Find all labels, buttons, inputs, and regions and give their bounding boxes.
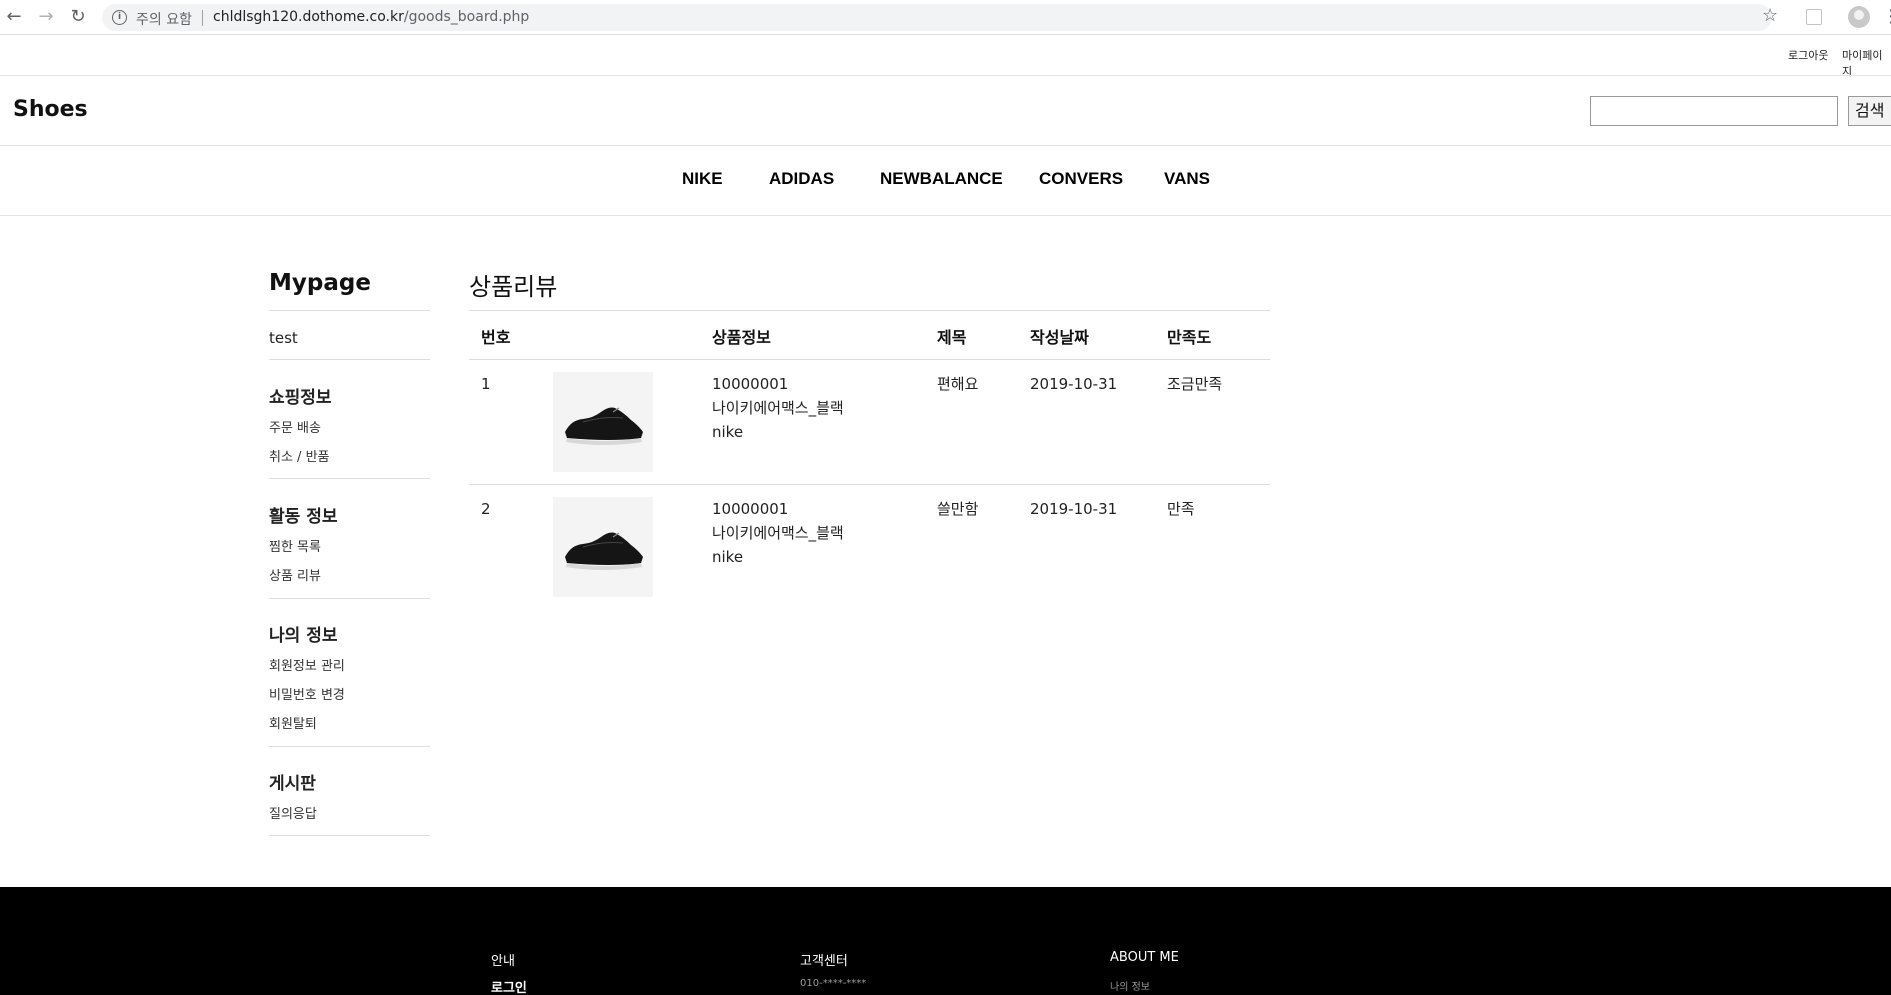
- util-divider: [0, 75, 1891, 76]
- sidebar-link-cancel-return[interactable]: 취소 / 반품: [269, 446, 330, 465]
- footer-phone: 010-****-****: [800, 978, 867, 989]
- footer-login-link[interactable]: 로그인: [491, 977, 527, 995]
- sidebar-link-wishlist[interactable]: 찜한 목록: [269, 536, 321, 555]
- sidebar-heading-board: 게시판: [269, 774, 316, 794]
- product-code: 10000001: [712, 500, 789, 518]
- site-footer: [0, 887, 1891, 995]
- info-icon[interactable]: i: [112, 10, 127, 25]
- site-logo[interactable]: Shoes: [13, 97, 88, 122]
- sidebar-link-change-password[interactable]: 비밀번호 변경: [269, 684, 345, 703]
- table-divider: [469, 484, 1270, 485]
- nav-divider: [0, 215, 1891, 216]
- bookmark-star-icon[interactable]: ☆: [1762, 5, 1778, 26]
- footer-heading-about: ABOUT ME: [1110, 950, 1179, 965]
- shoe-icon: [565, 407, 643, 445]
- sidebar-link-order-delivery[interactable]: 주문 배송: [269, 417, 321, 436]
- url-host: chldlsgh120.dothome.co.kr: [213, 9, 404, 25]
- sidebar-title: Mypage: [269, 270, 371, 296]
- sidebar-divider: [269, 359, 430, 360]
- column-header-subject: 제목: [937, 328, 967, 347]
- address-divider: [202, 10, 203, 26]
- brand-nav-vans[interactable]: VANS: [1164, 169, 1210, 189]
- sidebar-link-reviews[interactable]: 상품 리뷰: [269, 565, 321, 584]
- brand-nav-nike[interactable]: NIKE: [682, 169, 723, 189]
- row-number: 2: [481, 500, 491, 518]
- reload-icon[interactable]: ↻: [68, 7, 88, 27]
- forward-arrow-icon[interactable]: →: [36, 7, 56, 27]
- footer-heading-guide: 안내: [491, 954, 515, 969]
- sidebar-link-withdraw[interactable]: 회원탈퇴: [269, 713, 317, 732]
- review-subject[interactable]: 편해요: [937, 372, 978, 396]
- page-title: 상품리뷰: [469, 273, 558, 301]
- extension-icon[interactable]: [1806, 9, 1822, 25]
- column-header-number: 번호: [481, 328, 511, 347]
- product-name[interactable]: 나이키에어맥스_블랙: [712, 396, 844, 420]
- product-brand: nike: [712, 548, 744, 566]
- sidebar-heading-my-info: 나의 정보: [269, 626, 338, 646]
- url-text[interactable]: chldlsgh120.dothome.co.kr/goods_board.ph…: [213, 9, 529, 25]
- url-path: /goods_board.php: [403, 9, 530, 25]
- browser-menu-icon[interactable]: ⋮: [1882, 6, 1891, 27]
- review-rating: 조금만족: [1167, 375, 1223, 393]
- product-thumbnail[interactable]: [553, 497, 653, 597]
- sidebar-link-member-info[interactable]: 회원정보 관리: [269, 655, 345, 674]
- row-number: 1: [481, 375, 491, 393]
- footer-my-info-link[interactable]: 나의 정보: [1110, 978, 1150, 993]
- sidebar-divider: [269, 835, 430, 836]
- table-divider: [469, 310, 1270, 311]
- brand-nav-adidas[interactable]: ADIDAS: [769, 169, 834, 189]
- review-date: 2019-10-31: [1030, 375, 1118, 393]
- review-date: 2019-10-31: [1030, 500, 1118, 518]
- sidebar-link-qna[interactable]: 질의응답: [269, 803, 317, 822]
- back-arrow-icon[interactable]: ←: [4, 7, 24, 27]
- search-button[interactable]: 검색: [1848, 96, 1891, 126]
- sidebar-divider: [269, 478, 430, 479]
- profile-avatar-icon[interactable]: [1848, 6, 1870, 28]
- sidebar-username: test: [269, 329, 298, 347]
- product-name[interactable]: 나이키에어맥스_블랙: [712, 521, 844, 545]
- review-subject[interactable]: 쓸만함: [937, 497, 978, 521]
- sidebar-divider: [269, 310, 430, 311]
- sidebar-heading-shopping: 쇼핑정보: [269, 388, 332, 408]
- product-brand: nike: [712, 423, 744, 441]
- table-divider: [469, 359, 1270, 360]
- brand-nav-newbalance[interactable]: NEWBALANCE: [880, 169, 1003, 189]
- column-header-product-info: 상품정보: [712, 328, 771, 347]
- sidebar-divider: [269, 598, 430, 599]
- review-rating: 만족: [1167, 500, 1195, 518]
- logout-link[interactable]: 로그아웃: [1788, 47, 1828, 63]
- search-input[interactable]: [1590, 96, 1838, 126]
- security-warning[interactable]: 주의 요함: [136, 9, 192, 29]
- sidebar-divider: [269, 746, 430, 747]
- column-header-date: 작성날짜: [1030, 328, 1089, 347]
- browser-toolbar: ← → ↻ i 주의 요함 chldlsgh120.dothome.co.kr/…: [0, 0, 1891, 35]
- footer-heading-customer-center: 고객센터: [800, 954, 848, 969]
- column-header-rating: 만족도: [1167, 328, 1212, 347]
- brand-nav-convers[interactable]: CONVERS: [1039, 169, 1123, 189]
- address-bar[interactable]: i 주의 요함 chldlsgh120.dothome.co.kr/goods_…: [102, 4, 1772, 31]
- product-thumbnail[interactable]: [553, 372, 653, 472]
- shoe-icon: [565, 532, 643, 570]
- sidebar-heading-activity: 활동 정보: [269, 507, 338, 527]
- header-divider: [0, 145, 1891, 146]
- product-code: 10000001: [712, 375, 789, 393]
